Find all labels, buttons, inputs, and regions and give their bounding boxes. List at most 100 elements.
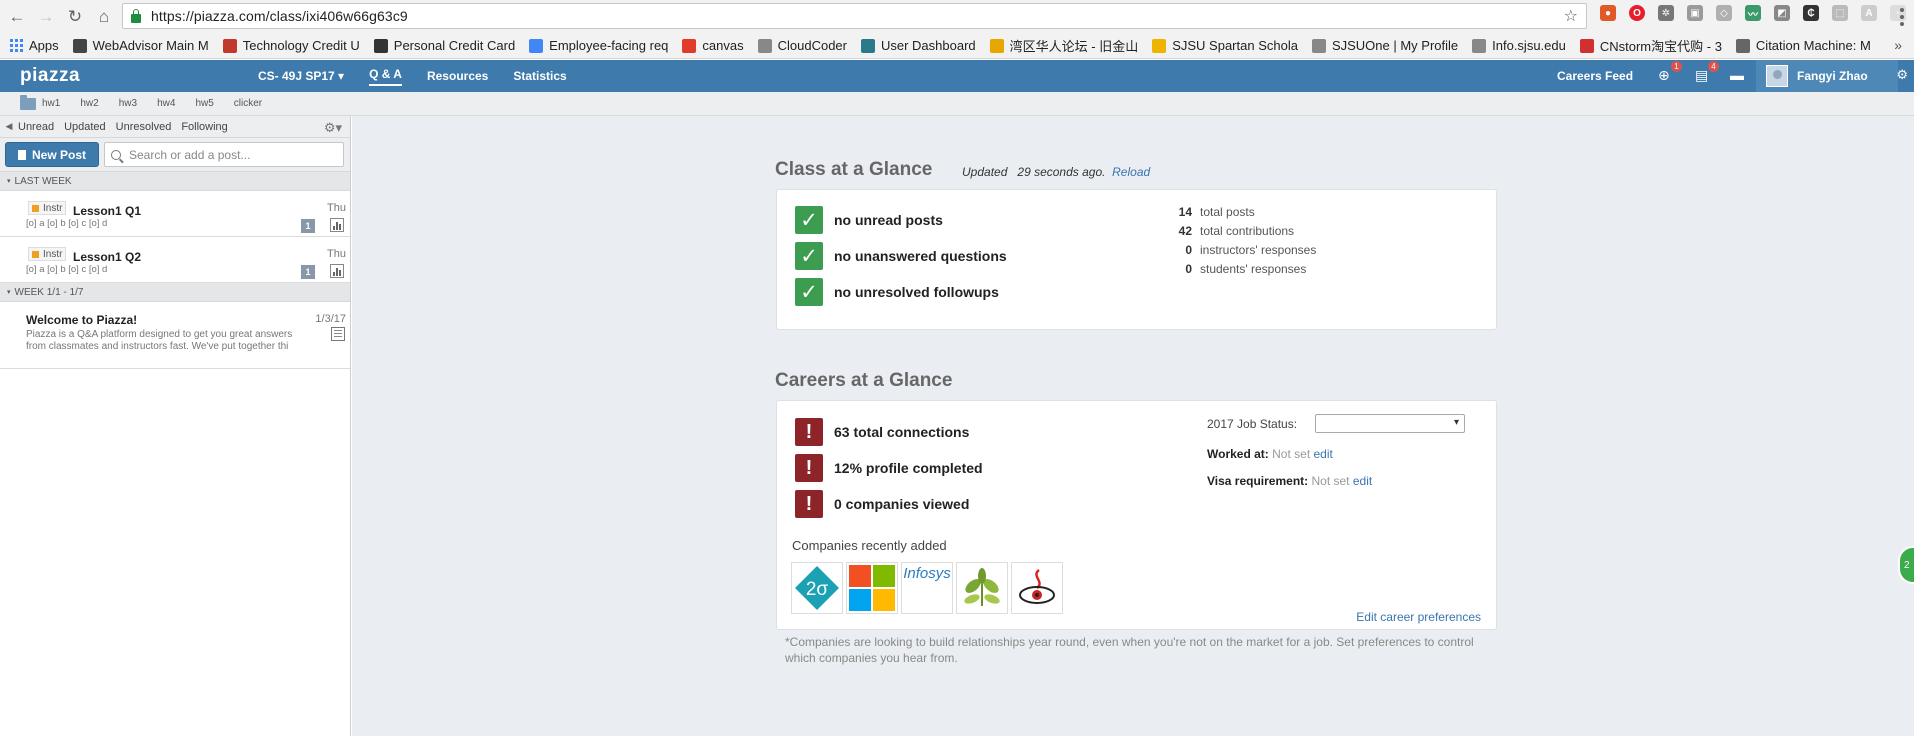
bookmark-item[interactable]: WebAdvisor Main M	[72, 38, 209, 53]
extension-icon[interactable]: ●	[1600, 5, 1616, 21]
bookmark-item[interactable]: Apps	[10, 38, 59, 53]
dashboard-icon	[860, 38, 875, 53]
tag-square-icon	[32, 204, 39, 212]
collapse-left-icon[interactable]: ◀	[0, 121, 18, 132]
twosigma-logo[interactable]: 2σ	[791, 562, 843, 614]
back-icon[interactable]: ←	[5, 5, 29, 29]
post-list-item[interactable]: Instr Lesson1 Q1 [o] a [o] b [o] c [o] d Th…	[0, 191, 350, 237]
group-header[interactable]: ▾ LAST WEEK	[0, 172, 350, 191]
side-bubble[interactable]: 2	[1898, 546, 1914, 584]
filter-settings-icon[interactable]: ⚙▾	[324, 120, 342, 136]
new-post-button[interactable]: New Post	[5, 142, 99, 167]
extension-icon[interactable]: ◩	[1774, 5, 1790, 21]
bookmark-item[interactable]: Info.sjsu.edu	[1472, 38, 1566, 53]
globe-icon[interactable]: ⊕ 1	[1658, 61, 1682, 83]
bookmark-item[interactable]: Personal Credit Card	[373, 38, 515, 53]
bookmark-item[interactable]: SJSUOne | My Profile	[1311, 38, 1458, 53]
extension-icon[interactable]: ⬚	[1832, 5, 1848, 21]
filter-unresolved[interactable]: Unresolved	[116, 121, 172, 133]
sun-icon	[1152, 38, 1167, 53]
folder-clicker[interactable]: clicker	[234, 98, 262, 109]
visa-edit-link[interactable]: edit	[1353, 474, 1372, 488]
folder-hw1[interactable]: hw1	[42, 98, 60, 109]
poll-icon	[330, 264, 344, 278]
bookmark-item[interactable]: Employee-facing req	[529, 38, 668, 53]
alert-label: 12% profile completed	[834, 460, 983, 476]
nav-statistics[interactable]: Statistics	[513, 69, 566, 83]
bookmark-item[interactable]: CNstorm淘宝代购 - 3	[1579, 36, 1722, 55]
bookmark-item[interactable]: CloudCoder	[757, 38, 847, 53]
citation-icon	[1735, 38, 1750, 53]
check-row: ✓ no unanswered questions	[795, 242, 1007, 270]
check-row: ✓ no unresolved followups	[795, 278, 999, 306]
plant-logo[interactable]	[956, 562, 1008, 614]
bookmark-label: WebAdvisor Main M	[92, 38, 209, 53]
worked-at-edit-link[interactable]: edit	[1314, 447, 1333, 461]
bookmark-item[interactable]: SJSU Spartan Schola	[1152, 38, 1298, 53]
extension-icon[interactable]: ▣	[1687, 5, 1703, 21]
settings-gear-icon[interactable]: ⚙	[1896, 67, 1908, 83]
bookmark-label: Apps	[29, 38, 59, 53]
bookmarks-bar: Apps WebAdvisor Main M Technology Credit U…	[0, 33, 1914, 59]
apps-icon	[10, 39, 23, 52]
unread-count-badge: 1	[301, 219, 315, 233]
bookmark-label: CNstorm淘宝代购 - 3	[1599, 39, 1722, 54]
group-header[interactable]: ▾ WEEK 1/1 - 1/7	[0, 283, 350, 302]
user-name: Fangyi Zhao	[1797, 69, 1868, 83]
alert-row: ! 0 companies viewed	[795, 490, 969, 518]
chrome-icon	[989, 38, 1004, 53]
nav-resources[interactable]: Resources	[427, 69, 488, 83]
folder-hw4[interactable]: hw4	[157, 98, 175, 109]
tcu-icon	[222, 38, 237, 53]
bookmark-item[interactable]: 湾区华人论坛 - 旧金山	[989, 36, 1138, 55]
microsoft-logo[interactable]	[846, 562, 898, 614]
folder-hw5[interactable]: hw5	[195, 98, 213, 109]
svg-text:2σ: 2σ	[806, 579, 829, 600]
job-status-select[interactable]	[1315, 414, 1465, 433]
bookmark-item[interactable]: Technology Credit U	[222, 38, 360, 53]
bookmark-item[interactable]: canvas	[682, 38, 744, 53]
folder-hw3[interactable]: hw3	[119, 98, 137, 109]
tag-label: Instr	[43, 202, 63, 214]
url-text[interactable]: https://piazza.com/class/ixi406w66g63c9	[151, 8, 408, 24]
folder-hw2[interactable]: hw2	[80, 98, 98, 109]
careers-feed-link[interactable]: Careers Feed	[1557, 69, 1633, 83]
piazza-logo[interactable]: piazza	[20, 65, 80, 87]
extension-icon[interactable]: 〰	[1745, 5, 1761, 21]
group-title: LAST WEEK	[14, 175, 72, 187]
bookmark-item[interactable]: Citation Machine: M	[1735, 38, 1871, 53]
extension-icon[interactable]: ₵	[1803, 5, 1819, 21]
search-input[interactable]: Search or add a post...	[104, 142, 344, 167]
home-icon[interactable]: ⌂	[92, 5, 116, 29]
reload-icon[interactable]: ↻	[63, 5, 87, 29]
filter-updated[interactable]: Updated	[64, 121, 106, 133]
more-bookmarks-icon[interactable]: »	[1894, 37, 1902, 53]
infosys-logo[interactable]: Infosys	[901, 562, 953, 614]
class-selector[interactable]: CS- 49J SP17 ▾	[258, 69, 344, 83]
post-list-item[interactable]: Welcome to Piazza! Piazza is a Q&A platfo…	[0, 302, 350, 369]
filter-following[interactable]: Following	[181, 121, 227, 133]
forward-icon[interactable]: →	[34, 5, 58, 29]
extension-icon[interactable]: ✲	[1658, 5, 1674, 21]
browser-menu-icon[interactable]	[1900, 8, 1904, 26]
bookmark-star-icon[interactable]: ☆	[1564, 6, 1578, 26]
bookmark-label: CloudCoder	[777, 38, 847, 53]
bookmark-label: Info.sjsu.edu	[1492, 38, 1566, 53]
post-list-item[interactable]: Instr Lesson1 Q2 [o] a [o] b [o] c [o] d Th…	[0, 237, 350, 283]
folder-icon[interactable]	[20, 94, 36, 110]
dropbox-icon[interactable]: ◇	[1716, 5, 1732, 21]
filter-unread[interactable]: Unread	[18, 121, 54, 133]
stat-num: 42	[1178, 224, 1192, 238]
address-bar[interactable]: https://piazza.com/class/ixi406w66g63c9 …	[122, 3, 1587, 29]
opera-icon[interactable]: O	[1629, 5, 1645, 21]
feed-icon[interactable]: ▤ 4	[1695, 61, 1719, 83]
user-menu[interactable]: Fangyi Zhao	[1756, 60, 1898, 92]
extension-icon[interactable]: A	[1861, 5, 1877, 21]
eye-logo[interactable]	[1011, 562, 1063, 614]
chat-icon[interactable]: ▬	[1730, 67, 1746, 83]
reload-link[interactable]: Reload	[1112, 165, 1150, 179]
edit-career-preferences-link[interactable]: Edit career preferences	[1356, 610, 1481, 624]
careers-glance-card: ! 63 total connections ! 12% profile com…	[776, 400, 1497, 630]
bookmark-item[interactable]: User Dashboard	[860, 38, 976, 53]
nav-qa[interactable]: Q & A	[369, 67, 402, 86]
